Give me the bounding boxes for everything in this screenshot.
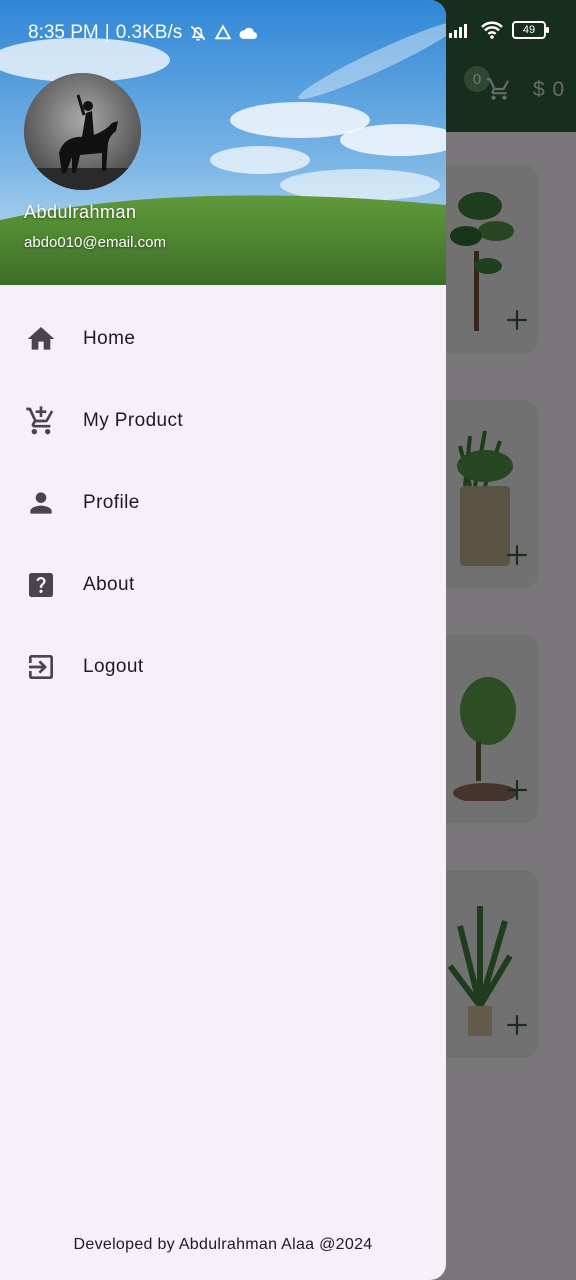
user-name: Abdulrahman [24, 202, 137, 222]
menu-item-about[interactable]: About [0, 544, 446, 626]
avatar-image [24, 73, 141, 190]
person-icon [24, 486, 58, 520]
status-network-speed: 0.3KB/s [115, 22, 183, 43]
developer-credit: Developed by Abdulrahman Alaa @2024 [73, 1236, 373, 1253]
menu-item-profile[interactable]: Profile [0, 462, 446, 544]
user-email: abdo010@email.com [24, 234, 166, 251]
menu-item-label: Home [83, 328, 136, 349]
status-divider: | [104, 22, 110, 43]
navigation-drawer: Abdulrahman abdo010@email.com Home My Pr… [0, 0, 446, 1280]
menu-item-my-product[interactable]: My Product [0, 380, 446, 462]
status-right: 49 [448, 20, 549, 40]
menu-item-logout[interactable]: Logout [0, 626, 446, 708]
wifi-icon [481, 21, 503, 39]
signal-icon [449, 24, 467, 38]
menu-item-label: Logout [83, 656, 144, 677]
drawer-menu: Home My Product Profile About Logout [0, 298, 446, 708]
menu-item-label: About [83, 574, 135, 595]
status-bar: 8:35 PM | 0.3KB/s 49 [0, 0, 576, 60]
avatar[interactable] [24, 73, 141, 190]
cloud-icon [239, 27, 258, 39]
add-shopping-cart-icon [24, 404, 58, 438]
home-icon [24, 322, 58, 356]
menu-item-home[interactable]: Home [0, 298, 446, 380]
battery-icon: 49 [512, 21, 549, 39]
menu-item-label: Profile [83, 492, 140, 513]
status-left: 8:35 PM | 0.3KB/s [28, 22, 258, 44]
status-time: 8:35 PM [28, 22, 99, 43]
logout-icon [24, 650, 58, 684]
notification-off-icon [190, 25, 206, 41]
drive-icon [214, 24, 232, 40]
menu-item-label: My Product [83, 410, 184, 431]
help-icon [24, 568, 58, 602]
